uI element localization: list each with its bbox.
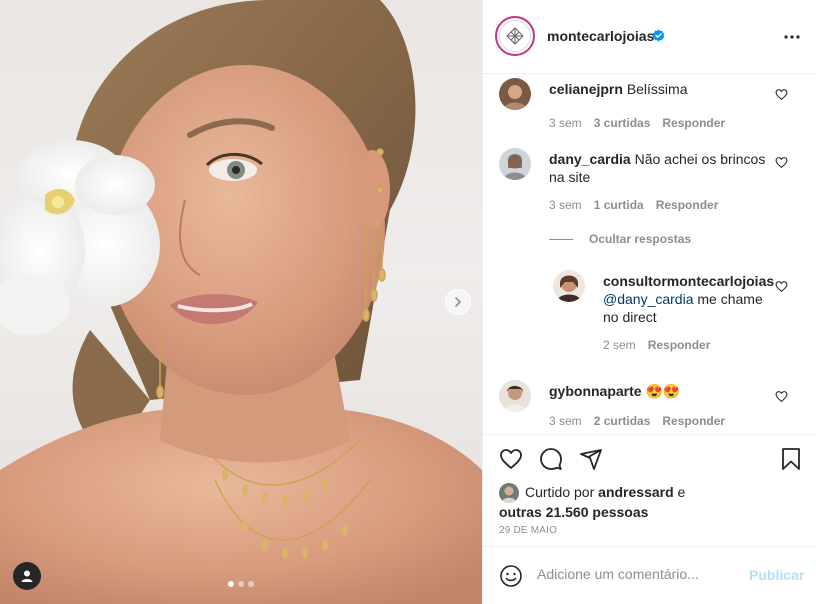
comment-age[interactable]: 3 sem — [549, 116, 582, 130]
post-actions: Curtido por andressard e outras 21.560 p… — [483, 434, 816, 546]
comment-meta: 3 sem 1 curtida Responder — [549, 198, 718, 212]
comment-meta: 3 sem 2 curtidas Responder — [549, 414, 725, 428]
reply-mention[interactable]: @dany_cardia — [603, 291, 694, 307]
likes-others[interactable]: outras 21.560 pessoas — [499, 504, 648, 520]
emoji-icon[interactable] — [499, 564, 523, 588]
liker-username[interactable]: andressard — [598, 484, 673, 500]
add-comment-bar: Publicar — [483, 546, 816, 604]
more-options-icon[interactable] — [783, 28, 801, 46]
brand-logo-icon — [506, 27, 524, 45]
comment-text: celianejprn Belíssima — [549, 80, 769, 98]
reply-button[interactable]: Responder — [656, 198, 719, 212]
post-details-panel: montecarlojoias celianejprn Belíssima 3 … — [482, 0, 816, 604]
heart-icon[interactable] — [775, 88, 788, 101]
heart-icon[interactable] — [499, 447, 523, 471]
reply-age[interactable]: 2 sem — [603, 338, 636, 352]
likes-conj: e — [677, 484, 686, 500]
reply-text: consultormontecarlojoias @dany_cardia me… — [603, 272, 774, 326]
reply-button[interactable]: Responder — [648, 338, 711, 352]
carousel-indicator — [228, 581, 254, 587]
comment-text: dany_cardia Não achei os brincos na site — [549, 150, 769, 186]
carousel-next-button[interactable] — [445, 289, 471, 315]
carousel-dot — [248, 581, 254, 587]
post-date[interactable]: 29 DE MAIO — [499, 525, 557, 536]
comment-likes[interactable]: 2 curtidas — [594, 414, 651, 428]
publish-button[interactable]: Publicar — [749, 567, 804, 583]
commenter-avatar[interactable] — [499, 78, 531, 110]
user-tag-icon — [21, 570, 33, 582]
comment-body: Belíssima — [626, 81, 688, 97]
post-header: montecarlojoias — [483, 0, 816, 74]
likes-summary: Curtido por andressard e outras 21.560 p… — [499, 483, 789, 521]
comment-item: celianejprn Belíssima 3 sem 3 curtidas R… — [499, 78, 809, 138]
heart-icon[interactable] — [775, 390, 788, 403]
comment-item: gybonnaparte 😍😍 3 sem 2 curtidas Respond… — [499, 380, 809, 434]
comment-item: dany_cardia Não achei os brincos na site… — [499, 148, 809, 218]
comment-body: 😍😍 — [645, 383, 681, 399]
account-avatar[interactable] — [495, 16, 535, 56]
commenter-avatar[interactable] — [499, 148, 531, 180]
bookmark-icon[interactable] — [779, 447, 803, 471]
carousel-dot — [238, 581, 244, 587]
reply-meta: 2 sem Responder — [603, 338, 710, 352]
post-image — [0, 0, 482, 604]
heart-icon[interactable] — [775, 156, 788, 169]
account-username[interactable]: montecarlojoias — [547, 28, 654, 44]
post-photo[interactable] — [0, 0, 482, 604]
comment-username[interactable]: dany_cardia — [549, 151, 631, 167]
comment-likes[interactable]: 1 curtida — [594, 198, 644, 212]
liker-avatar[interactable] — [499, 483, 519, 504]
comment-text: gybonnaparte 😍😍 — [549, 382, 769, 400]
reply-button[interactable]: Responder — [662, 116, 725, 130]
comments-list[interactable]: celianejprn Belíssima 3 sem 3 curtidas R… — [483, 74, 816, 434]
likes-prefix: Curtido por — [525, 484, 595, 500]
comment-likes[interactable]: 3 curtidas — [594, 116, 651, 130]
user-tag-button[interactable] — [13, 562, 41, 590]
commenter-avatar[interactable] — [499, 380, 531, 412]
hide-replies-label: Ocultar respostas — [589, 232, 692, 246]
carousel-dot-active — [228, 581, 234, 587]
verified-badge-icon — [652, 29, 665, 42]
chevron-right-icon — [455, 297, 462, 307]
comment-age[interactable]: 3 sem — [549, 414, 582, 428]
comment-age[interactable]: 3 sem — [549, 198, 582, 212]
replier-avatar[interactable] — [553, 270, 585, 302]
comment-meta: 3 sem 3 curtidas Responder — [549, 116, 725, 130]
comment-icon[interactable] — [539, 447, 563, 471]
share-icon[interactable] — [579, 447, 603, 471]
heart-icon[interactable] — [775, 280, 788, 293]
reply-button[interactable]: Responder — [662, 414, 725, 428]
reply-item: consultormontecarlojoias @dany_cardia me… — [553, 270, 803, 360]
comment-username[interactable]: gybonnaparte — [549, 383, 642, 399]
reply-username[interactable]: consultormontecarlojoias — [603, 273, 774, 289]
divider-line — [549, 238, 573, 240]
hide-replies-toggle[interactable]: Ocultar respostas — [549, 232, 691, 246]
comment-username[interactable]: celianejprn — [549, 81, 623, 97]
comment-input[interactable] — [537, 566, 737, 582]
